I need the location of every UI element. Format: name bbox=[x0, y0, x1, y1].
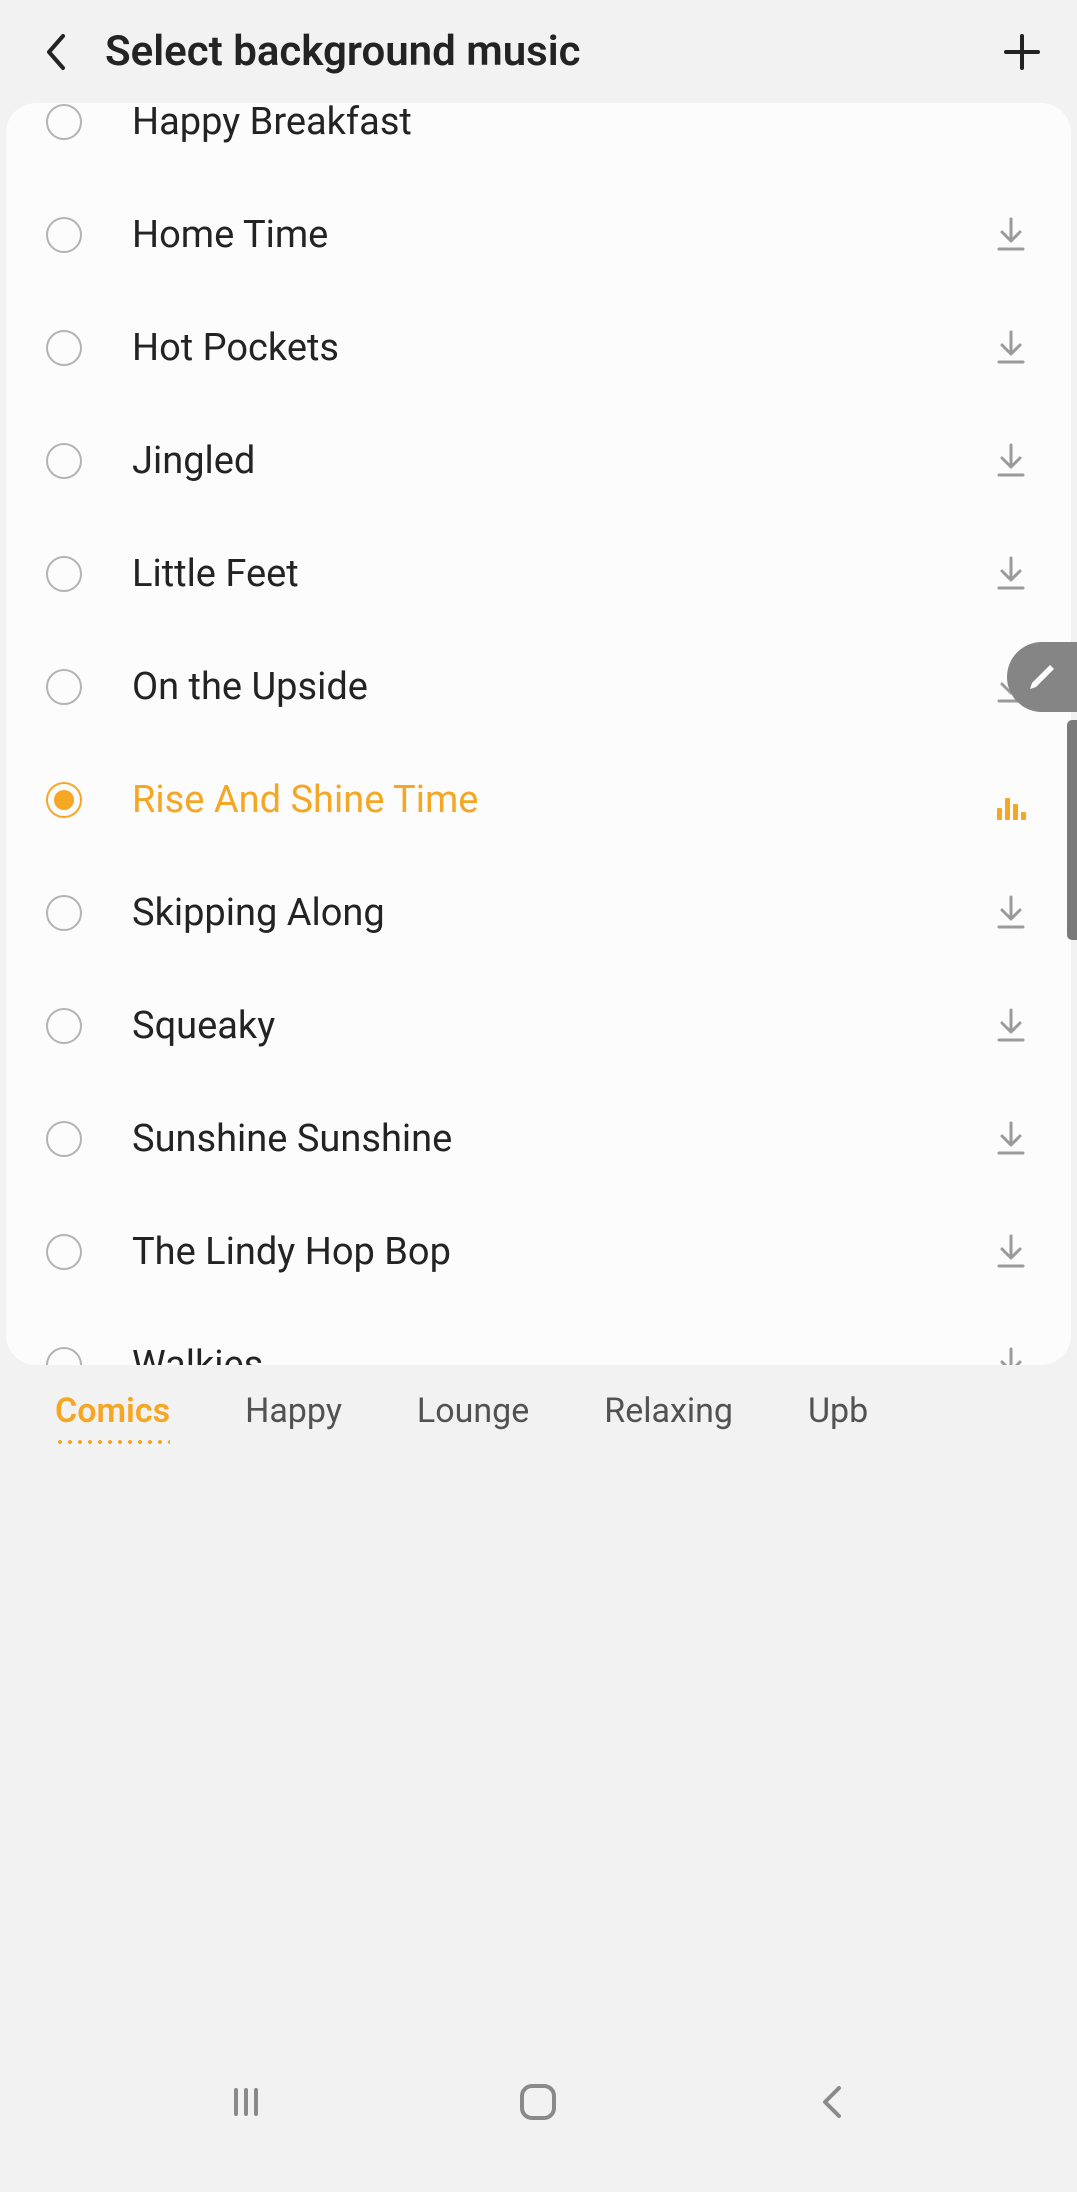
download-button[interactable] bbox=[991, 215, 1031, 255]
category-tabs: Comics Happy Lounge Relaxing Upb bbox=[0, 1365, 1077, 1465]
radio-button[interactable] bbox=[46, 669, 82, 705]
radio-button[interactable] bbox=[46, 782, 82, 818]
download-icon bbox=[995, 443, 1027, 479]
header: Select background music bbox=[0, 0, 1077, 103]
radio-button[interactable] bbox=[46, 1008, 82, 1044]
radio-button[interactable] bbox=[46, 104, 82, 140]
music-label: The Lindy Hop Bop bbox=[132, 1230, 991, 1274]
music-label: Jingled bbox=[132, 439, 991, 483]
download-icon bbox=[995, 1121, 1027, 1157]
recents-icon bbox=[226, 2082, 266, 2122]
download-icon bbox=[995, 556, 1027, 592]
download-icon bbox=[995, 330, 1027, 366]
music-list: Happy Breakfast Home Time Hot Pockets Jingl… bbox=[6, 103, 1071, 1365]
download-button[interactable] bbox=[991, 893, 1031, 933]
download-icon bbox=[995, 1008, 1027, 1044]
music-label: Home Time bbox=[132, 213, 991, 257]
recents-button[interactable] bbox=[216, 2072, 276, 2132]
radio-button[interactable] bbox=[46, 1121, 82, 1157]
scroll-indicator[interactable] bbox=[1067, 720, 1077, 940]
tab-comics[interactable]: Comics bbox=[55, 1391, 170, 1439]
music-item[interactable]: Squeaky bbox=[6, 969, 1071, 1082]
chevron-left-icon bbox=[43, 32, 67, 72]
music-label: Squeaky bbox=[132, 1004, 991, 1048]
equalizer-icon bbox=[991, 780, 1031, 820]
music-label: Hot Pockets bbox=[132, 326, 991, 370]
music-item[interactable]: Happy Breakfast bbox=[6, 103, 1071, 178]
nav-back-button[interactable] bbox=[801, 2072, 861, 2132]
system-nav-bar bbox=[0, 1465, 1077, 2192]
download-button[interactable] bbox=[991, 1232, 1031, 1272]
tab-happy[interactable]: Happy bbox=[245, 1391, 342, 1439]
home-icon bbox=[516, 2080, 560, 2124]
music-item[interactable]: Little Feet bbox=[6, 517, 1071, 630]
music-item[interactable]: Rise And Shine Time bbox=[6, 743, 1071, 856]
download-button[interactable] bbox=[991, 1345, 1031, 1366]
radio-button[interactable] bbox=[46, 556, 82, 592]
music-label: On the Upside bbox=[132, 665, 991, 709]
add-button[interactable] bbox=[997, 27, 1047, 77]
download-button[interactable] bbox=[991, 1119, 1031, 1159]
tab-lounge[interactable]: Lounge bbox=[417, 1391, 529, 1439]
music-item[interactable]: Hot Pockets bbox=[6, 291, 1071, 404]
music-label: Rise And Shine Time bbox=[132, 778, 991, 822]
radio-button[interactable] bbox=[46, 217, 82, 253]
music-item[interactable]: Home Time bbox=[6, 178, 1071, 291]
music-label: Happy Breakfast bbox=[132, 103, 1031, 144]
radio-button[interactable] bbox=[46, 330, 82, 366]
music-item[interactable]: Skipping Along bbox=[6, 856, 1071, 969]
plus-icon bbox=[1002, 32, 1042, 72]
download-button[interactable] bbox=[991, 1006, 1031, 1046]
radio-button[interactable] bbox=[46, 1347, 82, 1366]
music-label: Little Feet bbox=[132, 552, 991, 596]
music-label: Walkies bbox=[132, 1343, 991, 1366]
radio-button[interactable] bbox=[46, 1234, 82, 1270]
music-item[interactable]: Walkies bbox=[6, 1308, 1071, 1365]
chevron-left-icon bbox=[817, 2082, 845, 2122]
radio-button[interactable] bbox=[46, 895, 82, 931]
download-icon bbox=[995, 217, 1027, 253]
download-button[interactable] bbox=[991, 328, 1031, 368]
tab-upb[interactable]: Upb bbox=[808, 1391, 868, 1439]
music-item[interactable]: Jingled bbox=[6, 404, 1071, 517]
download-button[interactable] bbox=[991, 554, 1031, 594]
radio-dot bbox=[54, 790, 74, 810]
edit-fab[interactable] bbox=[1007, 642, 1077, 712]
tab-relaxing[interactable]: Relaxing bbox=[604, 1391, 733, 1439]
pencil-icon bbox=[1026, 661, 1058, 693]
music-label: Skipping Along bbox=[132, 891, 991, 935]
download-icon bbox=[995, 1234, 1027, 1270]
home-button[interactable] bbox=[508, 2072, 568, 2132]
page-title: Select background music bbox=[105, 27, 997, 76]
music-item[interactable]: On the Upside bbox=[6, 630, 1071, 743]
radio-button[interactable] bbox=[46, 443, 82, 479]
music-label: Sunshine Sunshine bbox=[132, 1117, 991, 1161]
download-icon bbox=[995, 895, 1027, 931]
music-item[interactable]: The Lindy Hop Bop bbox=[6, 1195, 1071, 1308]
download-button[interactable] bbox=[991, 441, 1031, 481]
download-icon bbox=[995, 1347, 1027, 1366]
back-button[interactable] bbox=[30, 27, 80, 77]
music-item[interactable]: Sunshine Sunshine bbox=[6, 1082, 1071, 1195]
